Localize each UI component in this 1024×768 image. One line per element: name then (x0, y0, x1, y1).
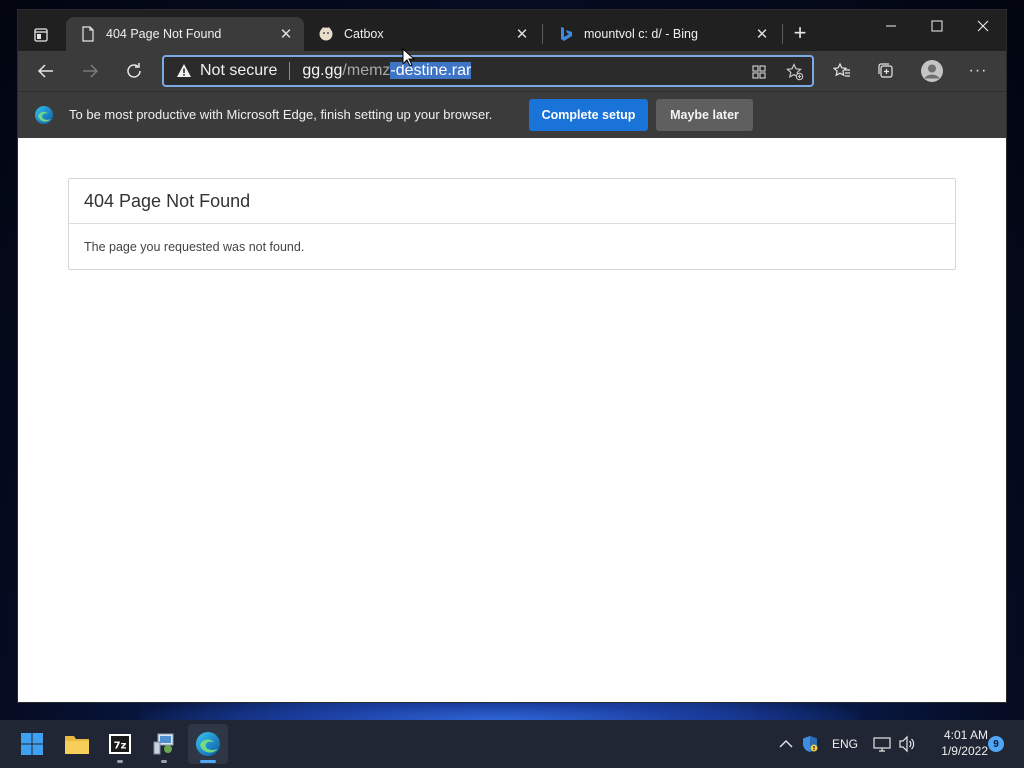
plus-icon: + (793, 20, 807, 45)
close-icon (977, 20, 989, 32)
edge-icon (196, 732, 220, 756)
minimize-icon (886, 25, 896, 27)
tab-title: mountvol c: d/ - Bing (584, 27, 698, 41)
setup-app-button[interactable] (144, 724, 184, 764)
taskbar: 7z ENG 4:01 AM 1/9/2022 9 (0, 720, 1024, 768)
show-hidden-icons-button[interactable] (776, 734, 796, 754)
page-icon (80, 26, 96, 42)
network-tray-button[interactable] (872, 734, 892, 754)
close-tab-icon[interactable]: ✕ (512, 24, 532, 44)
setup-infobar: To be most productive with Microsoft Edg… (18, 91, 1006, 138)
start-button[interactable] (12, 724, 52, 764)
notification-badge[interactable]: 9 (988, 736, 1004, 752)
error-panel: 404 Page Not Found The page you requeste… (68, 178, 956, 270)
clock-time: 4:01 AM (943, 728, 988, 742)
page-content: 404 Page Not Found The page you requeste… (18, 138, 1006, 702)
new-tab-button[interactable]: + (788, 22, 812, 46)
clock[interactable]: 4:01 AM 1/9/2022 (926, 727, 988, 759)
tab-separator (542, 24, 543, 44)
minimize-button[interactable] (868, 10, 914, 42)
url-text[interactable]: gg.gg/memz-destine.rar (302, 62, 472, 80)
volume-tray-button[interactable] (897, 734, 917, 754)
7zip-icon: 7z (109, 734, 131, 754)
forward-arrow-icon (83, 64, 99, 78)
tab-bar: 404 Page Not Found ✕ Catbox ✕ mountvol c… (18, 10, 1006, 51)
navigation-toolbar: Not secure gg.gg/memz-destine.rar ··· (18, 51, 1006, 91)
close-tab-icon[interactable]: ✕ (752, 24, 772, 44)
profile-button[interactable] (916, 55, 948, 87)
refresh-button[interactable] (118, 55, 150, 87)
favorites-icon (833, 62, 850, 77)
app-available-icon[interactable] (750, 63, 768, 81)
edge-browser-window: 404 Page Not Found ✕ Catbox ✕ mountvol c… (18, 10, 1006, 702)
catbox-icon (318, 26, 334, 42)
close-window-button[interactable] (960, 10, 1006, 42)
security-tray-button[interactable] (800, 734, 820, 754)
tab-404-page[interactable]: 404 Page Not Found ✕ (66, 17, 304, 51)
edge-logo-icon (35, 106, 53, 124)
tab-separator (782, 24, 783, 44)
file-explorer-button[interactable] (57, 724, 97, 764)
security-status[interactable]: Not secure (200, 62, 277, 80)
tab-catbox[interactable]: Catbox ✕ (304, 17, 540, 51)
maybe-later-button[interactable]: Maybe later (656, 99, 753, 131)
svg-text:7z: 7z (114, 741, 127, 752)
language-indicator[interactable]: ENG (832, 737, 858, 751)
back-button[interactable] (30, 55, 62, 87)
running-indicator (161, 760, 167, 763)
tab-title: Catbox (344, 27, 384, 41)
avatar-icon (921, 60, 943, 82)
settings-more-button[interactable]: ··· (962, 55, 994, 87)
favorites-button[interactable] (826, 55, 858, 87)
infobar-message: To be most productive with Microsoft Edg… (69, 107, 493, 122)
address-bar[interactable]: Not secure gg.gg/memz-destine.rar (162, 55, 814, 87)
tab-actions-icon (34, 28, 48, 42)
add-favorite-icon[interactable] (786, 63, 804, 81)
chevron-up-icon (779, 740, 793, 748)
speaker-icon (899, 735, 915, 753)
maximize-icon (931, 20, 943, 32)
collections-button[interactable] (870, 55, 902, 87)
page-title: 404 Page Not Found (69, 179, 955, 224)
forward-button[interactable] (74, 55, 106, 87)
refresh-icon (127, 63, 141, 78)
network-icon (873, 737, 891, 752)
file-explorer-icon (65, 736, 89, 754)
edge-taskbar-button[interactable] (188, 724, 228, 764)
more-icon: ··· (968, 62, 988, 79)
url-path: /memz (342, 62, 391, 79)
tab-title: 404 Page Not Found (106, 27, 222, 41)
warning-icon (177, 64, 191, 77)
error-message: The page you requested was not found. (84, 240, 305, 254)
collections-icon (878, 63, 893, 78)
tab-actions-button[interactable] (24, 18, 58, 52)
close-tab-icon[interactable]: ✕ (276, 24, 296, 44)
7zip-button[interactable]: 7z (100, 724, 140, 764)
running-indicator (200, 760, 216, 763)
complete-setup-button[interactable]: Complete setup (529, 99, 648, 131)
running-indicator (117, 760, 123, 763)
shield-icon (803, 736, 818, 752)
bing-icon (558, 26, 574, 42)
url-host: gg.gg (302, 62, 343, 79)
mouse-cursor-icon (402, 48, 416, 67)
start-icon (21, 733, 43, 755)
maximize-button[interactable] (914, 10, 960, 42)
app-icon (153, 733, 174, 755)
tab-bing[interactable]: mountvol c: d/ - Bing ✕ (544, 17, 780, 51)
back-arrow-icon (37, 64, 53, 78)
address-separator (289, 62, 291, 80)
clock-date: 1/9/2022 (941, 744, 988, 758)
